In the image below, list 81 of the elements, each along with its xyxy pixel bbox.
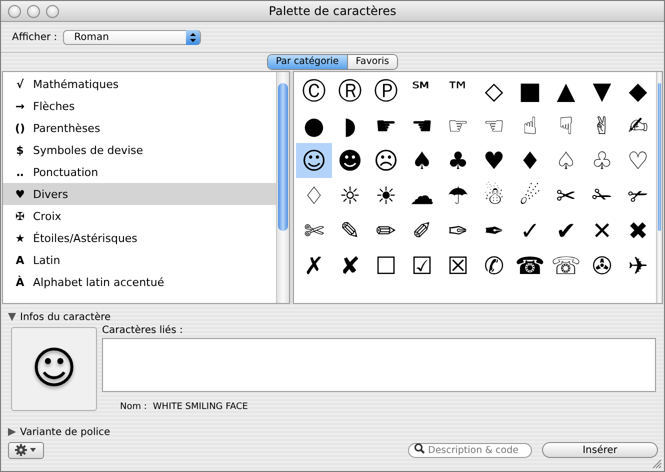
character-cell[interactable]: ☒: [440, 248, 476, 283]
category-item[interactable]: → Flèches: [3, 95, 276, 117]
character-cell[interactable]: ♣: [440, 143, 476, 178]
character-cell[interactable]: ✘: [332, 248, 368, 283]
character-cell[interactable]: Ⓡ: [332, 73, 368, 108]
character-cell[interactable]: Ⓒ: [296, 73, 332, 108]
character-cell[interactable]: ◇: [476, 73, 512, 108]
character-cell[interactable]: ☄: [512, 178, 548, 213]
character-name: WHITE SMILING FACE: [152, 402, 248, 412]
category-item[interactable]: A Latin: [3, 249, 276, 271]
character-cell[interactable]: ▲: [548, 73, 584, 108]
category-item[interactable]: ✠ Croix: [3, 205, 276, 227]
character-cell[interactable]: ℠: [404, 73, 440, 108]
character-cell[interactable]: ✐: [404, 213, 440, 248]
character-cell[interactable]: ™: [440, 73, 476, 108]
category-item[interactable]: $ Symboles de devise: [3, 139, 276, 161]
character-cell[interactable]: ✓: [512, 213, 548, 248]
character-cell[interactable]: ✕: [584, 213, 620, 248]
character-cell[interactable]: ☚: [404, 108, 440, 143]
category-item[interactable]: À Alphabet latin accentué: [3, 271, 276, 293]
character-cell[interactable]: ☀: [368, 178, 404, 213]
character-cell[interactable]: ☑: [404, 248, 440, 283]
character-cell[interactable]: ☏: [548, 248, 584, 283]
character-cell[interactable]: ♠: [404, 143, 440, 178]
character-cell[interactable]: ✆: [476, 248, 512, 283]
character-cell[interactable]: ☜: [476, 108, 512, 143]
character-cell[interactable]: ✄: [296, 213, 332, 248]
character-cell[interactable]: ▼: [584, 73, 620, 108]
character-cell[interactable]: ✁: [584, 178, 620, 213]
display-label: Afficher :: [12, 32, 58, 42]
category-item[interactable]: ★ Étoiles/Astérisques: [3, 227, 276, 249]
character-cell[interactable]: ✗: [296, 248, 332, 283]
character-cell[interactable]: ☂: [440, 178, 476, 213]
character-cell[interactable]: ☁: [404, 178, 440, 213]
character-cell[interactable]: ✃: [620, 178, 656, 213]
character-cell[interactable]: ☼: [332, 178, 368, 213]
character-cell[interactable]: ♢: [296, 178, 332, 213]
character-cell[interactable]: ♧: [584, 143, 620, 178]
related-label: Caractères liés :: [102, 325, 184, 338]
character-cell[interactable]: ♤: [548, 143, 584, 178]
character-cell[interactable]: ◗: [332, 108, 368, 143]
character-cell[interactable]: ✈: [620, 248, 656, 283]
character-preview: ☺: [11, 327, 97, 411]
character-cell[interactable]: ☟: [548, 108, 584, 143]
character-cell[interactable]: ✂: [548, 178, 584, 213]
character-cell[interactable]: ☻: [332, 143, 368, 178]
character-cell[interactable]: ✑: [440, 213, 476, 248]
character-cell[interactable]: ♡: [620, 143, 656, 178]
character-cell[interactable]: ✎: [332, 213, 368, 248]
character-cell[interactable]: ✏: [368, 213, 404, 248]
character-cell[interactable]: ●: [296, 108, 332, 143]
category-item[interactable]: () Parenthèses: [3, 117, 276, 139]
character-cell[interactable]: ◆: [620, 73, 656, 108]
character-cell[interactable]: ☛: [368, 108, 404, 143]
character-cell[interactable]: ✌: [584, 108, 620, 143]
category-item[interactable]: √ Mathématiques: [3, 73, 276, 95]
character-cell[interactable]: ♥: [476, 143, 512, 178]
window-title: Palette de caractères: [268, 4, 396, 18]
character-cell[interactable]: ✖: [620, 213, 656, 248]
insert-button[interactable]: Insérer: [542, 442, 658, 458]
search-field[interactable]: Description & code: [408, 442, 532, 458]
character-cell[interactable]: ☺: [296, 143, 332, 178]
character-cell[interactable]: ☎: [512, 248, 548, 283]
character-cell[interactable]: ✔: [548, 213, 584, 248]
character-cell[interactable]: ☞: [440, 108, 476, 143]
character-cell[interactable]: ☹: [368, 143, 404, 178]
name-label: Nom :: [120, 402, 147, 412]
character-cell[interactable]: ♦: [512, 143, 548, 178]
character-cell[interactable]: ■: [512, 73, 548, 108]
character-cell[interactable]: ☝: [512, 108, 548, 143]
category-item[interactable]: ‥ Ponctuation: [3, 161, 276, 183]
category-item[interactable]: ♥ Divers: [3, 183, 276, 205]
display-popup[interactable]: Roman: [63, 30, 202, 44]
character-cell[interactable]: ☃: [476, 178, 512, 213]
character-cell[interactable]: ☐: [368, 248, 404, 283]
character-cell[interactable]: ✒: [476, 213, 512, 248]
character-cell[interactable]: ✍: [620, 108, 656, 143]
character-cell[interactable]: ✇: [584, 248, 620, 283]
view-tab[interactable]: Par catégorie: [268, 55, 347, 69]
view-tab[interactable]: Favoris: [346, 55, 398, 69]
character-cell[interactable]: Ⓟ: [368, 73, 404, 108]
